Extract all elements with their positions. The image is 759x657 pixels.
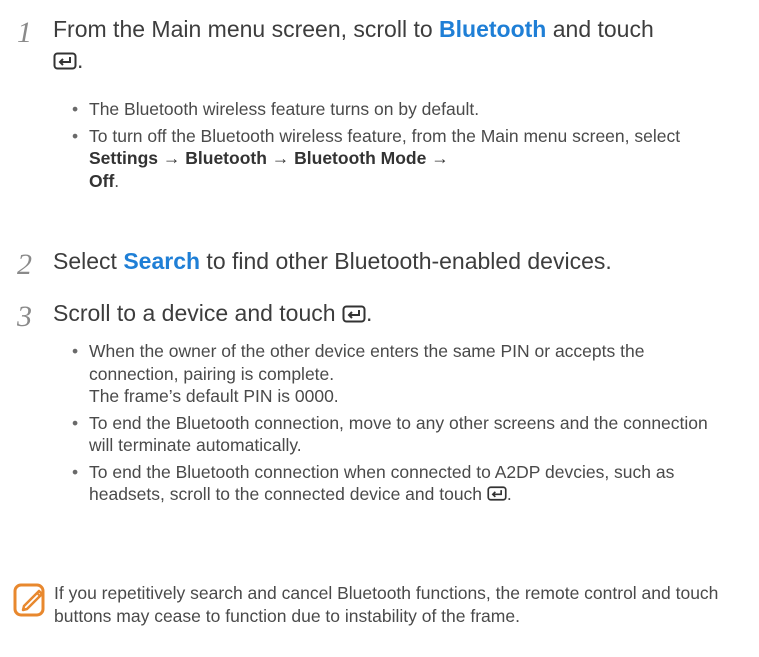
enter-key-icon (342, 305, 366, 323)
step-number: 2 (17, 248, 32, 281)
menu-path-end: Off (89, 170, 115, 191)
text: Select (53, 248, 124, 274)
bullet-text: To end the Bluetooth connection, move to… (89, 412, 708, 456)
bullet-text: When the owner of the other device enter… (89, 341, 645, 384)
bullet-text: . (114, 170, 120, 191)
bullet-list: The Bluetooth wireless feature turns on … (72, 98, 732, 196)
menu-path: Settings → Bluetooth → Bluetooth Mode → (89, 148, 449, 168)
text: to find other Bluetooth-enabled devices. (200, 248, 612, 274)
enter-key-icon (487, 486, 507, 501)
step-text: Scroll to a device and touch . (53, 298, 753, 329)
step-text: Select Search to find other Bluetooth-en… (53, 246, 753, 277)
list-item: To end the Bluetooth connection, move to… (72, 412, 732, 457)
bluetooth-highlight: Bluetooth (439, 16, 547, 42)
step-number: 1 (17, 16, 32, 49)
text: . (77, 47, 84, 73)
step-number: 3 (17, 300, 32, 333)
text: Scroll to a device and touch (53, 300, 336, 326)
step-text: From the Main menu screen, scroll to Blu… (53, 14, 753, 76)
bullet-text: To end the Bluetooth connection when con… (89, 461, 675, 505)
list-item: To turn off the Bluetooth wireless featu… (72, 125, 732, 193)
bullet-list: When the owner of the other device enter… (72, 340, 732, 510)
enter-key-icon (53, 52, 77, 70)
list-item: To end the Bluetooth connection when con… (72, 461, 732, 506)
text: . (365, 300, 373, 326)
list-item: When the owner of the other device enter… (72, 340, 732, 408)
bullet-subtext: The frame’s default PIN is 0000. (89, 386, 339, 406)
note-pencil-icon (13, 583, 45, 617)
bullet-text: . (506, 484, 512, 504)
bullet-text: The Bluetooth wireless feature turns on … (89, 99, 480, 119)
search-highlight: Search (123, 248, 201, 274)
text: From the Main menu screen, scroll to (53, 16, 440, 42)
note-text: If you repetitively search and cancel Bl… (54, 583, 719, 626)
text: and touch (546, 16, 654, 42)
list-item: The Bluetooth wireless feature turns on … (72, 98, 732, 121)
bullet-text: To turn off the Bluetooth wireless featu… (89, 125, 681, 146)
